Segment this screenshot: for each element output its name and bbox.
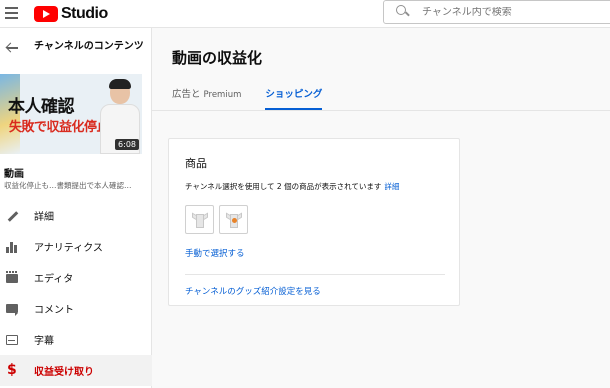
tab-bar: 広告と Premium ショッピング xyxy=(172,80,346,110)
search-input[interactable] xyxy=(422,6,602,18)
dollar-icon: $ xyxy=(7,361,17,378)
channel-goods-settings-link[interactable]: チャンネルのグッズ紹介設定を見る xyxy=(185,285,321,297)
back-arrow-icon[interactable] xyxy=(6,42,18,54)
card-description: チャンネル選択を使用して 2 個の商品が表示されています 詳細 xyxy=(185,181,399,192)
tab-label: ショッピング xyxy=(265,89,323,100)
details-link[interactable]: 詳細 xyxy=(384,182,399,191)
page-title: 動画の収益化 xyxy=(172,49,263,67)
manual-select-link[interactable]: 手動で選択する xyxy=(185,247,245,259)
search-icon[interactable] xyxy=(396,5,410,19)
search-box[interactable] xyxy=(383,0,610,24)
sidebar-nav: 詳細 アナリティクス エディタ コメント 字幕 $ 収益受け取り xyxy=(0,200,152,386)
youtube-logo-icon xyxy=(34,6,58,22)
sidebar-item-label: エディタ xyxy=(34,274,74,285)
card-divider xyxy=(185,274,445,275)
sidebar-item-label: アナリティクス xyxy=(34,243,103,254)
top-bar: Studio xyxy=(0,0,610,28)
logo-text: Studio xyxy=(61,5,108,22)
back-title: チャンネルのコンテンツ xyxy=(34,41,144,52)
youtube-studio-logo[interactable]: Studio xyxy=(34,4,108,24)
video-title: 収益化停止も…書類提出で本人確認… xyxy=(4,181,132,190)
tshirt-icon xyxy=(226,212,242,228)
products-card: 商品 チャンネル選択を使用して 2 個の商品が表示されています 詳細 手動で選択す… xyxy=(168,138,460,306)
tabs-divider xyxy=(152,110,610,111)
tab-label-en: Premium xyxy=(203,90,242,100)
sidebar: チャンネルのコンテンツ 本人確認 失敗で収益化停止？ 6:08 動画 収益化停止… xyxy=(0,28,152,388)
back-row: チャンネルのコンテンツ xyxy=(0,36,152,72)
sidebar-item-analytics[interactable]: アナリティクス xyxy=(0,231,152,262)
product-thumbnail[interactable] xyxy=(219,205,248,234)
sidebar-item-comments[interactable]: コメント xyxy=(0,293,152,324)
video-label: 動画 xyxy=(4,169,24,180)
sidebar-item-label: 詳細 xyxy=(34,212,54,223)
sidebar-item-editor[interactable]: エディタ xyxy=(0,262,152,293)
editor-icon xyxy=(5,270,19,285)
sidebar-item-label: コメント xyxy=(34,305,74,316)
comment-icon xyxy=(5,302,19,316)
video-duration-badge: 6:08 xyxy=(115,139,139,150)
tab-shopping[interactable]: ショッピング xyxy=(265,80,323,110)
sidebar-item-details[interactable]: 詳細 xyxy=(0,200,152,231)
sidebar-item-subtitles[interactable]: 字幕 xyxy=(0,324,152,355)
hamburger-icon[interactable] xyxy=(5,7,18,19)
pencil-icon xyxy=(5,209,19,223)
product-thumbnail[interactable] xyxy=(185,205,214,234)
thumbnail-title-line1: 本人確認 xyxy=(8,97,75,117)
video-thumbnail[interactable]: 本人確認 失敗で収益化停止？ 6:08 xyxy=(0,74,142,154)
sidebar-item-monetization[interactable]: $ 収益受け取り xyxy=(0,355,152,386)
sidebar-item-label: 字幕 xyxy=(34,336,54,347)
description-text: チャンネル選択を使用して 2 個の商品が表示されています xyxy=(185,182,382,191)
tab-label: 広告と xyxy=(172,89,201,100)
subtitles-icon xyxy=(5,333,19,347)
card-title: 商品 xyxy=(185,157,207,170)
product-list xyxy=(185,205,253,234)
tshirt-icon xyxy=(192,212,208,228)
analytics-icon xyxy=(5,240,19,254)
sidebar-item-label: 収益受け取り xyxy=(34,367,94,378)
tab-ads-premium[interactable]: 広告と Premium xyxy=(172,80,241,110)
